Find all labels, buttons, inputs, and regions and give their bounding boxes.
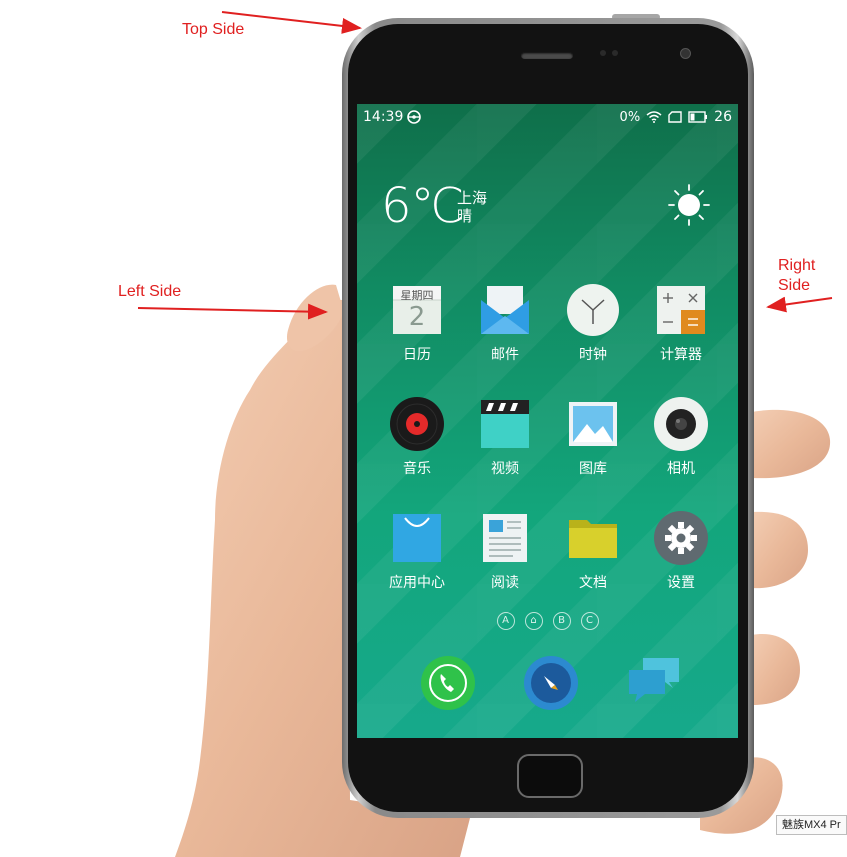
- app-app-center[interactable]: 应用中心: [373, 510, 461, 592]
- calendar-day: 2: [408, 302, 426, 332]
- status-time: 14:39: [363, 109, 404, 125]
- battery-level: 26: [714, 109, 732, 125]
- app-reader[interactable]: 阅读: [461, 510, 549, 592]
- right-side-label-line1: Right: [778, 257, 816, 274]
- gallery-icon: [565, 396, 621, 452]
- browser-compass-icon[interactable]: [522, 654, 580, 712]
- app-label: 设置: [667, 575, 695, 591]
- app-label: 应用中心: [389, 575, 445, 591]
- watermark-caption: 魅族MX4 Pr: [776, 815, 847, 835]
- home-button[interactable]: [517, 754, 583, 798]
- top-side-label: Top Side: [182, 21, 245, 38]
- status-bar: 14:39 0% 26: [357, 104, 738, 130]
- battery-icon: [688, 111, 708, 123]
- proximity-sensor: [600, 50, 606, 56]
- mail-icon: [477, 282, 533, 338]
- page-dot-a[interactable]: A: [496, 612, 515, 630]
- video-icon: [477, 396, 533, 452]
- app-label: 文档: [579, 575, 607, 591]
- wifi-icon: [646, 111, 662, 123]
- app-label: 视频: [491, 461, 519, 477]
- reader-icon: [477, 510, 533, 566]
- steering-wheel-icon: [407, 110, 421, 124]
- app-calendar[interactable]: 星期四 2 日历: [373, 282, 461, 364]
- clock-icon: [565, 282, 621, 338]
- settings-icon: [653, 510, 709, 566]
- phone-screen: 14:39 0% 26 6℃ 上海 晴 星期四 2 日历 邮件 时钟 计算器 音…: [357, 104, 738, 738]
- app-gallery[interactable]: 图库: [549, 396, 637, 478]
- page-dot-c[interactable]: C: [580, 612, 599, 630]
- left-side-label: Left Side: [118, 283, 182, 300]
- app-label: 邮件: [491, 347, 519, 363]
- app-label: 图库: [579, 461, 607, 477]
- page-indicator: A ⌂ B C: [357, 612, 738, 630]
- app-label: 日历: [403, 347, 431, 363]
- app-label: 相机: [667, 461, 695, 477]
- weather-condition: 晴: [457, 207, 473, 225]
- weather-temperature[interactable]: 6℃: [381, 180, 464, 232]
- app-documents[interactable]: 文档: [549, 510, 637, 592]
- front-camera: [680, 48, 691, 59]
- app-video[interactable]: 视频: [461, 396, 549, 478]
- sun-icon[interactable]: [667, 183, 711, 227]
- music-icon: [389, 396, 445, 452]
- battery-percent-text: 0%: [619, 109, 641, 125]
- sim-card-icon: [668, 111, 682, 123]
- app-camera[interactable]: 相机: [637, 396, 725, 478]
- calendar-weekday: 星期四: [400, 289, 434, 302]
- app-music[interactable]: 音乐: [373, 396, 461, 478]
- folder-icon: [565, 510, 621, 566]
- messages-icon[interactable]: [625, 654, 683, 712]
- app-center-icon: [389, 510, 445, 566]
- light-sensor: [612, 50, 618, 56]
- app-label: 计算器: [660, 347, 702, 363]
- weather-city: 上海: [457, 189, 488, 207]
- app-label: 时钟: [579, 347, 607, 363]
- right-side-label-line2: Side: [778, 277, 811, 294]
- app-mail[interactable]: 邮件: [461, 282, 549, 364]
- page-dot-b[interactable]: B: [552, 612, 571, 630]
- app-calculator[interactable]: 计算器: [637, 282, 725, 364]
- app-label: 音乐: [403, 461, 431, 477]
- earpiece: [521, 52, 573, 59]
- app-label: 阅读: [491, 575, 519, 591]
- calculator-icon: [653, 282, 709, 338]
- app-clock[interactable]: 时钟: [549, 282, 637, 364]
- calendar-icon: 星期四 2: [389, 282, 445, 338]
- app-settings[interactable]: 设置: [637, 510, 725, 592]
- camera-icon: [653, 396, 709, 452]
- page-dot-home[interactable]: ⌂: [524, 612, 543, 630]
- phone-icon[interactable]: [419, 654, 477, 712]
